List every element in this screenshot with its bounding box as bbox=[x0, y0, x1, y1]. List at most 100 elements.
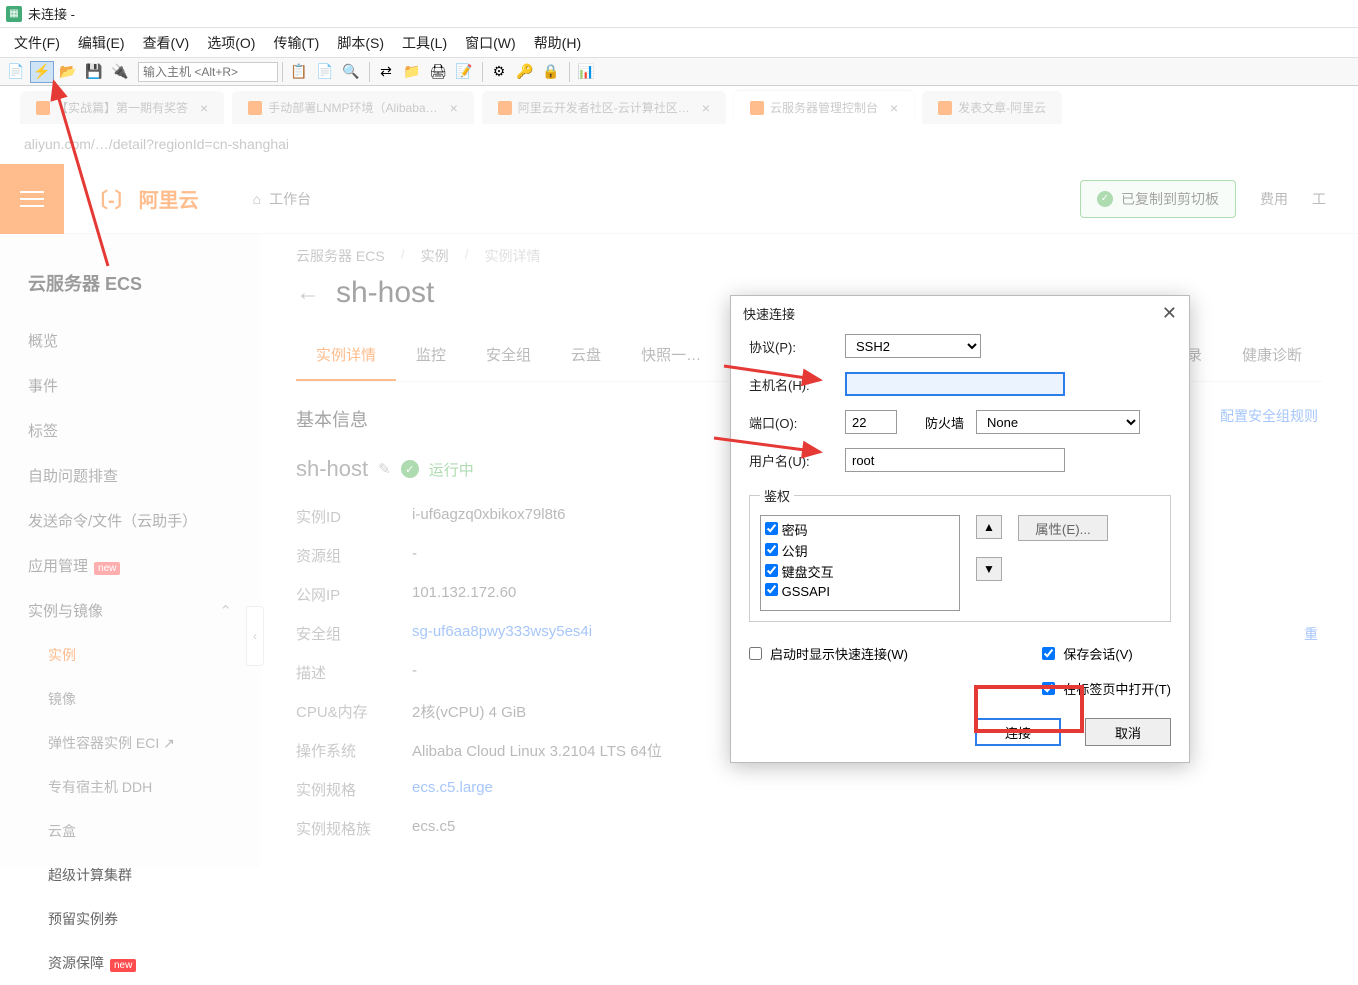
show-on-start-checkbox[interactable]: 启动时显示快速连接(W) bbox=[749, 644, 908, 663]
tab-snapshot[interactable]: 快照一… bbox=[621, 330, 721, 381]
port-field[interactable] bbox=[845, 410, 897, 434]
address-bar[interactable]: aliyun.com/…/detail?regionId=cn-shanghai bbox=[0, 124, 1358, 164]
checkbox[interactable] bbox=[765, 564, 778, 577]
sidebar-item-resource[interactable]: 资源保障new bbox=[0, 941, 260, 985]
sidebar-item-instances-images[interactable]: 实例与镜像⌃ bbox=[0, 588, 260, 633]
sidebar-item-troubleshoot[interactable]: 自助问题排查 bbox=[0, 453, 260, 498]
hamburger-menu[interactable] bbox=[0, 164, 64, 234]
host-input[interactable] bbox=[138, 62, 278, 82]
tb-open-icon[interactable]: 📂 bbox=[56, 61, 80, 83]
tb-chart-icon[interactable]: 📊 bbox=[574, 61, 598, 83]
tab-details[interactable]: 实例详情 bbox=[296, 330, 396, 381]
tb-new-session-icon[interactable]: 📄 bbox=[4, 61, 28, 83]
menu-tools[interactable]: 工具(L) bbox=[402, 33, 447, 53]
tb-copy-icon[interactable]: 📋 bbox=[287, 61, 311, 83]
move-down-button[interactable]: ▼ bbox=[976, 557, 1002, 581]
checkbox[interactable] bbox=[765, 543, 778, 556]
workbench-link[interactable]: ⌂工作台 bbox=[253, 189, 311, 209]
tab-health[interactable]: 健康诊断 bbox=[1222, 330, 1322, 381]
nav-cut[interactable]: 工 bbox=[1312, 189, 1326, 209]
tb-settings-icon[interactable]: ⚙ bbox=[487, 61, 511, 83]
tb-find-icon[interactable]: 🔍 bbox=[339, 61, 363, 83]
checkbox[interactable] bbox=[1042, 682, 1055, 695]
kv-value[interactable]: sg-uf6aa8pwy333wsy5es4i bbox=[412, 623, 592, 644]
tb-sftp-icon[interactable]: 📁 bbox=[400, 61, 424, 83]
back-arrow-icon[interactable]: ← bbox=[296, 279, 320, 307]
host-field[interactable] bbox=[845, 372, 1065, 396]
tb-quick-connect-icon[interactable]: ⚡ bbox=[30, 61, 54, 83]
browser-tab-active[interactable]: 云服务器管理控制台× bbox=[734, 91, 914, 124]
sidebar-item-tags[interactable]: 标签 bbox=[0, 408, 260, 453]
save-session-checkbox[interactable]: 保存会话(V) bbox=[1042, 644, 1132, 663]
open-in-tab-checkbox[interactable]: 在标签页中打开(T) bbox=[1042, 679, 1171, 698]
tb-key-icon[interactable]: 🔑 bbox=[513, 61, 537, 83]
dialog-titlebar[interactable]: 快速连接 ✕ bbox=[731, 296, 1189, 330]
browser-tab[interactable]: 手动部署LNMP环境（Alibaba…× bbox=[232, 91, 474, 124]
browser-tab[interactable]: 发表文章-阿里云 bbox=[922, 91, 1062, 124]
close-icon[interactable]: × bbox=[890, 100, 898, 116]
sidebar-item-events[interactable]: 事件 bbox=[0, 363, 260, 408]
edit-icon[interactable]: ✎ bbox=[378, 460, 391, 478]
protocol-select[interactable]: SSH2 bbox=[845, 334, 981, 358]
auth-list[interactable]: 密码 公钥 键盘交互 GSSAPI bbox=[760, 515, 960, 611]
sidebar-item-image[interactable]: 镜像 bbox=[0, 677, 260, 721]
tab-disk[interactable]: 云盘 bbox=[551, 330, 621, 381]
menu-window[interactable]: 窗口(W) bbox=[465, 33, 516, 53]
menu-file[interactable]: 文件(F) bbox=[14, 33, 60, 53]
tab-monitor[interactable]: 监控 bbox=[396, 330, 466, 381]
sidebar-item-overview[interactable]: 概览 bbox=[0, 318, 260, 363]
sidebar-item-eci[interactable]: 弹性容器实例 ECI ↗ bbox=[0, 721, 260, 765]
sidebar-item-instance[interactable]: 实例 bbox=[0, 633, 260, 677]
auth-publickey[interactable]: 公钥 bbox=[765, 541, 955, 560]
breadcrumb-item[interactable]: 云服务器 ECS bbox=[296, 246, 385, 266]
sidebar-item-cloud-assist[interactable]: 发送命令/文件（云助手） bbox=[0, 498, 260, 543]
close-icon[interactable]: ✕ bbox=[1162, 303, 1177, 324]
close-icon[interactable]: × bbox=[450, 100, 458, 116]
connect-button[interactable]: 连接 bbox=[975, 718, 1061, 746]
close-icon[interactable]: × bbox=[200, 100, 208, 116]
nav-fee[interactable]: 费用 bbox=[1260, 189, 1288, 209]
firewall-select[interactable]: None bbox=[976, 410, 1140, 434]
browser-tab[interactable]: 阿里云开发者社区-云计算社区…× bbox=[482, 91, 726, 124]
browser-tab[interactable]: 【实战篇】第一期有奖答× bbox=[20, 91, 224, 124]
move-up-button[interactable]: ▲ bbox=[976, 515, 1002, 539]
tab-favicon bbox=[248, 101, 262, 115]
tb-lock-icon[interactable]: 🔒 bbox=[539, 61, 563, 83]
menu-view[interactable]: 查看(V) bbox=[143, 33, 190, 53]
auth-keyboard[interactable]: 键盘交互 bbox=[765, 562, 955, 581]
menu-help[interactable]: 帮助(H) bbox=[534, 33, 581, 53]
username-field[interactable] bbox=[845, 448, 1065, 472]
tb-disconnect-icon[interactable]: 🔌 bbox=[108, 61, 132, 83]
sidebar-item-cloudbox[interactable]: 云盒 bbox=[0, 809, 260, 853]
cancel-button[interactable]: 取消 bbox=[1085, 718, 1171, 746]
breadcrumb-item[interactable]: 实例 bbox=[421, 246, 449, 266]
config-sg-link[interactable]: 配置安全组规则 bbox=[1220, 406, 1318, 426]
tb-log-icon[interactable]: 📝 bbox=[452, 61, 476, 83]
reset-link[interactable]: 重 bbox=[1220, 624, 1318, 644]
menu-script[interactable]: 脚本(S) bbox=[337, 33, 384, 53]
close-icon[interactable]: × bbox=[702, 100, 710, 116]
kv-value: Alibaba Cloud Linux 3.2104 LTS 64位 bbox=[412, 740, 662, 761]
checkbox[interactable] bbox=[749, 647, 762, 660]
tb-print-icon[interactable]: 🖨 bbox=[426, 61, 450, 83]
sidebar-item-app-manage[interactable]: 应用管理new bbox=[0, 543, 260, 588]
menu-options[interactable]: 选项(O) bbox=[207, 33, 255, 53]
tb-paste-icon[interactable]: 📄 bbox=[313, 61, 337, 83]
menu-transfer[interactable]: 传输(T) bbox=[273, 33, 319, 53]
auth-gssapi[interactable]: GSSAPI bbox=[765, 583, 955, 599]
menu-edit[interactable]: 编辑(E) bbox=[78, 33, 125, 53]
checkbox[interactable] bbox=[765, 583, 778, 596]
kv-value[interactable]: ecs.c5.large bbox=[412, 779, 493, 800]
checkbox[interactable] bbox=[1042, 647, 1055, 660]
logo[interactable]: 〔-〕阿里云 bbox=[64, 184, 223, 213]
sidebar-item-ddh[interactable]: 专有宿主机 DDH bbox=[0, 765, 260, 809]
tb-save-icon[interactable]: 💾 bbox=[82, 61, 106, 83]
sidebar-item-reserved[interactable]: 预留实例券 bbox=[0, 897, 260, 941]
tb-transfer-icon[interactable]: ⇄ bbox=[374, 61, 398, 83]
properties-button[interactable]: 属性(E)... bbox=[1018, 515, 1108, 541]
sidebar-item-supercompute[interactable]: 超级计算集群 bbox=[0, 853, 260, 897]
tab-sg[interactable]: 安全组 bbox=[466, 330, 551, 381]
checkbox[interactable] bbox=[765, 522, 778, 535]
auth-password[interactable]: 密码 bbox=[765, 520, 955, 539]
sidebar-collapse-handle[interactable]: ‹ bbox=[246, 606, 264, 666]
